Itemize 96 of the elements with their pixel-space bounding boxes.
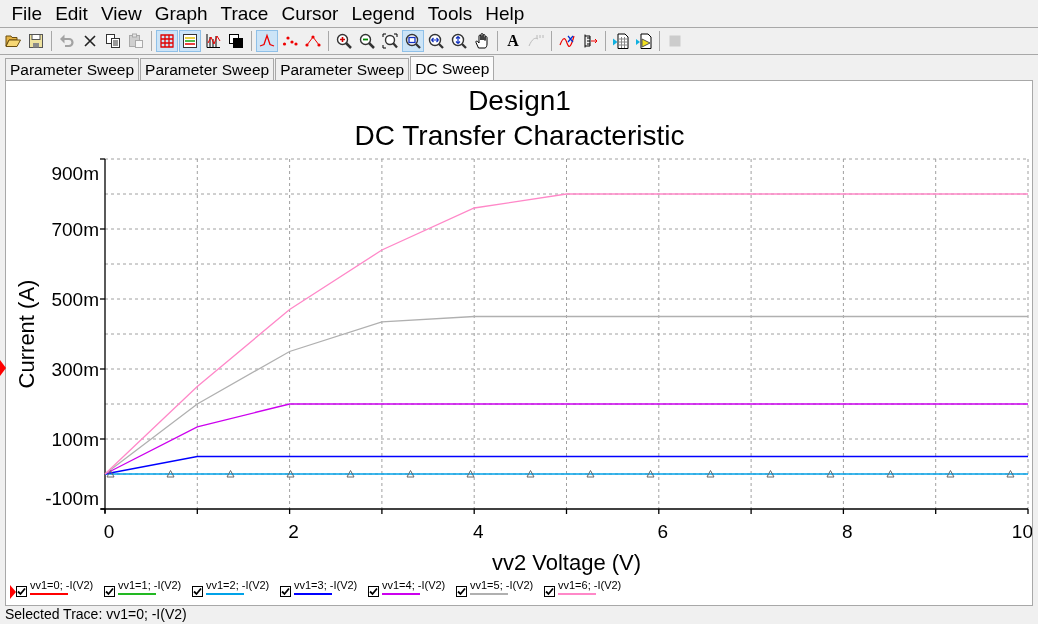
y-tick-label: 700m bbox=[51, 219, 99, 240]
toolbar-button[interactable] bbox=[379, 30, 401, 52]
legend-checkbox[interactable] bbox=[368, 586, 379, 597]
chart-icon bbox=[205, 33, 221, 49]
line-dots-icon bbox=[305, 33, 321, 49]
checkmark-icon bbox=[105, 587, 114, 596]
triangle-marker-icon bbox=[346, 470, 355, 478]
triangle-marker-icon bbox=[286, 470, 295, 478]
menu-item[interactable]: Graph bbox=[148, 1, 215, 26]
x-tick-label: 0 bbox=[103, 521, 115, 542]
y-axis-label: Current (A) bbox=[13, 279, 39, 389]
triangle-marker-icon bbox=[106, 470, 115, 478]
triangle-marker-icon bbox=[946, 470, 955, 478]
triangle-marker-icon bbox=[166, 470, 175, 478]
x-axis-label: vv2 Voltage (V) bbox=[491, 550, 642, 575]
menu-item[interactable]: Legend bbox=[344, 1, 422, 26]
paste-icon bbox=[128, 33, 144, 49]
delete-icon bbox=[82, 33, 98, 49]
triangle-marker-icon bbox=[766, 470, 775, 478]
zoom-in-icon bbox=[336, 33, 352, 49]
triangle-marker-icon bbox=[226, 470, 235, 478]
triangle-marker-icon bbox=[526, 470, 535, 478]
tab[interactable]: Parameter Sweep bbox=[275, 58, 410, 80]
x-tick-label: 10 bbox=[1011, 521, 1032, 542]
tab[interactable]: Parameter Sweep bbox=[5, 58, 140, 80]
zoom-vertical-icon bbox=[451, 33, 467, 49]
zoom-horizontal-icon bbox=[428, 33, 444, 49]
checkmark-icon bbox=[545, 587, 554, 596]
stop-icon bbox=[667, 33, 683, 49]
triangle-marker-icon bbox=[466, 470, 475, 478]
folder-icon bbox=[5, 33, 21, 49]
triangle-marker-icon bbox=[886, 470, 895, 478]
y-tick-label: 500m bbox=[51, 289, 99, 310]
y-tick-label: 100m bbox=[51, 429, 99, 450]
toolbar-button[interactable] bbox=[179, 30, 201, 52]
undo-icon bbox=[59, 33, 75, 49]
menu-item[interactable]: Trace bbox=[214, 1, 275, 26]
checkmark-icon bbox=[457, 587, 466, 596]
legend-label: vv1=6; -I(V2) bbox=[558, 579, 622, 591]
copy-icon bbox=[105, 33, 121, 49]
triangle-marker-icon bbox=[646, 470, 655, 478]
toolbar-button[interactable] bbox=[633, 30, 655, 52]
x-tick-label: 2 bbox=[288, 521, 299, 542]
legend-label: vv1=2; -I(V2) bbox=[206, 579, 270, 591]
y-tick-label: -100m bbox=[45, 488, 99, 509]
spreadsheet-icon bbox=[613, 33, 629, 49]
menu-item[interactable]: Cursor bbox=[274, 1, 345, 26]
legend-label: vv1=5; -I(V2) bbox=[470, 579, 534, 591]
curve-labels-icon bbox=[528, 33, 544, 49]
y-tick-label: 900m bbox=[51, 163, 99, 184]
legend-icon bbox=[182, 33, 198, 49]
checkmark-icon bbox=[17, 587, 26, 596]
chart-title: Design1 bbox=[468, 85, 571, 116]
menu-item[interactable]: Tools bbox=[421, 1, 479, 26]
checkmark-icon bbox=[281, 587, 290, 596]
x-tick-label: 8 bbox=[842, 521, 853, 542]
menu-item[interactable]: File bbox=[5, 1, 49, 26]
triangle-marker-icon bbox=[1006, 470, 1015, 478]
checkmark-icon bbox=[193, 587, 202, 596]
toolbar-button[interactable] bbox=[402, 30, 424, 52]
legend-checkbox[interactable] bbox=[456, 586, 467, 597]
cursor-curves-icon bbox=[559, 33, 575, 49]
legend-label: vv1=4; -I(V2) bbox=[382, 579, 446, 591]
tab[interactable]: Parameter Sweep bbox=[140, 58, 275, 80]
triangle-marker-icon bbox=[826, 470, 835, 478]
y-tick-label: 300m bbox=[51, 359, 99, 380]
zoom-out-icon bbox=[359, 33, 375, 49]
menu-item[interactable]: View bbox=[94, 1, 149, 26]
legend-checkbox[interactable] bbox=[544, 586, 555, 597]
zoom-fit-icon bbox=[382, 33, 398, 49]
connector-arrow-icon bbox=[582, 33, 598, 49]
x-tick-label: 6 bbox=[657, 521, 669, 542]
tab[interactable]: DC Sweep bbox=[410, 56, 495, 80]
checkmark-icon bbox=[369, 587, 378, 596]
toolbar-button[interactable] bbox=[610, 30, 632, 52]
triangle-marker-icon bbox=[586, 470, 595, 478]
legend-checkbox[interactable] bbox=[280, 586, 291, 597]
legend-checkbox[interactable] bbox=[16, 586, 27, 597]
overlapping-squares-icon bbox=[228, 33, 244, 49]
legend-label: vv1=0; -I(V2) bbox=[30, 579, 94, 591]
legend-checkbox[interactable] bbox=[192, 586, 203, 597]
zoom-area-icon bbox=[405, 33, 421, 49]
menu-item[interactable]: Help bbox=[478, 1, 531, 26]
menu-item[interactable]: Edit bbox=[48, 1, 95, 26]
grid-icon bbox=[159, 33, 175, 49]
peak-line-icon bbox=[259, 33, 275, 49]
legend-checkbox[interactable] bbox=[104, 586, 115, 597]
legend-label: vv1=1; -I(V2) bbox=[118, 579, 182, 591]
x-tick-label: 4 bbox=[472, 521, 484, 542]
triangle-marker-icon bbox=[406, 470, 415, 478]
chart-subtitle: DC Transfer Characteristic bbox=[354, 120, 685, 151]
status-text: Selected Trace: vv1=0; -I(V2) bbox=[5, 606, 187, 622]
document-play-icon bbox=[636, 33, 652, 49]
triangle-marker-icon bbox=[706, 470, 715, 478]
hand-icon bbox=[474, 33, 490, 49]
legend-label: vv1=3; -I(V2) bbox=[294, 579, 358, 591]
